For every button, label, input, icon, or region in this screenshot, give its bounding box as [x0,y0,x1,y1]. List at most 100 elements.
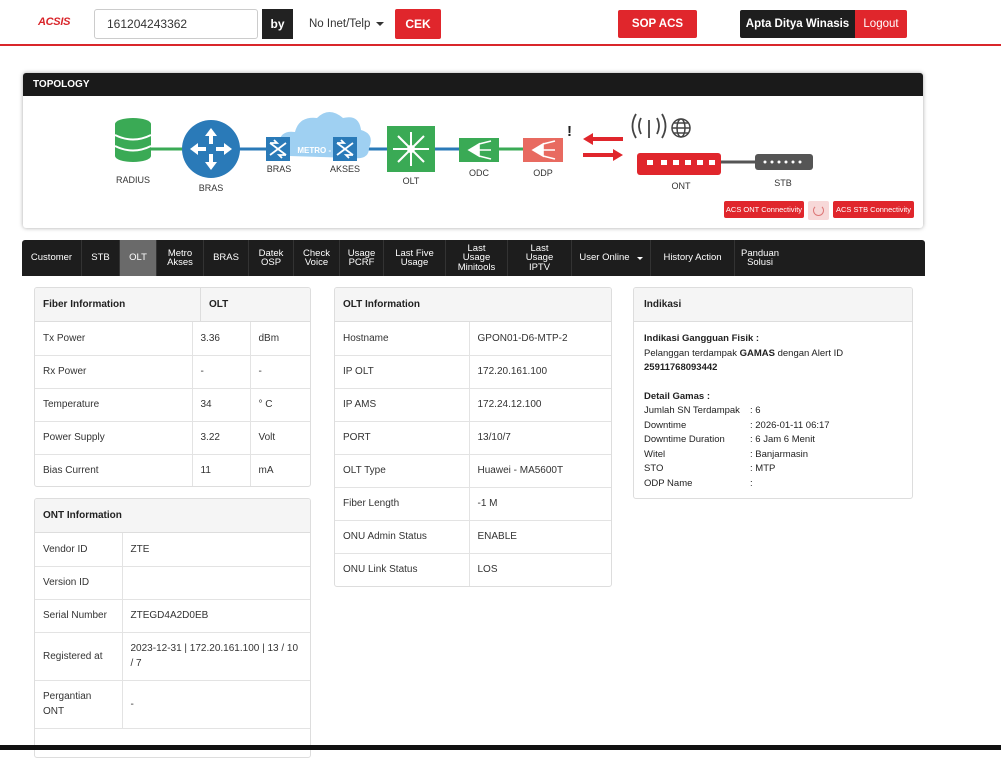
table-row: OLT Type Huawei - MA5600T [335,454,611,488]
indikasi-panel-header: Indikasi [634,288,912,322]
topology-panel: TOPOLOGY RADIUS BRAS METRO - E BRAS AKSE… [23,73,923,228]
ont-label: Registered at [35,632,122,681]
search-input[interactable] [94,9,258,39]
ont-panel-title: ONT Information [43,510,122,521]
detail-row: Jumlah SN Terdampak: 6 [644,404,902,419]
stb-device-icon[interactable]: STB [755,154,813,188]
olt-switch-icon[interactable]: OLT [387,126,435,186]
olt-label: IP OLT [335,355,469,389]
top-header: ACSIS by No Inet/Telp CEK SOP ACS Apta D… [0,0,1001,46]
fiber-unit: ° C [249,388,310,422]
search-type-select[interactable]: No Inet/Telp [296,9,395,39]
alert-id: 25911768093442 [644,362,718,373]
logo-text: ACSIS [38,16,71,28]
table-row: Temperature 34 ° C [35,388,310,422]
olt-value: 172.24.12.100 [468,388,611,422]
ont-value: 2023-12-31 | 172.20.161.100 | 13 / 10 / … [121,632,310,681]
tab-last-usage-minitools[interactable]: Last Usage Minitools [446,240,508,276]
table-row: Tx Power 3.36 dBm [35,322,310,356]
wifi-antenna-icon [631,113,667,139]
fiber-panel-title: Fiber Information [43,299,126,310]
tab-bras[interactable]: BRAS [204,240,249,276]
metro-e-cloud-icon[interactable]: METRO - E BRAS AKSES [266,112,371,174]
bottom-scrollbar [0,745,1001,750]
olt-value: 172.20.161.100 [468,355,611,389]
table-row: Pergantian ONT - [35,680,310,729]
radius-icon[interactable]: RADIUS [114,118,152,185]
logout-button[interactable]: Logout [855,10,907,38]
stb-label: STB [774,178,792,188]
detail-label: Downtime [644,419,687,431]
tab-label: Datek OSP [258,247,284,268]
olt-value: Huawei - MA5600T [468,454,611,488]
tab-metro-akses[interactable]: Metro Akses [157,240,204,276]
olt-label: ONU Admin Status [335,520,469,554]
table-row: Vendor ID ZTE [35,533,310,567]
user-name: Apta Ditya Winasis [740,10,855,38]
tab-bar: Customer STB OLT Metro Akses BRAS Datek … [22,240,925,276]
table-row: Version ID [35,566,310,600]
tab-check-voice[interactable]: Check Voice [294,240,340,276]
odc-label: ODC [469,168,490,178]
tab-user-online[interactable]: User Online [572,240,651,276]
ont-value [121,566,310,600]
olt-label: OLT Type [335,454,469,488]
tab-last-usage-iptv[interactable]: Last Usage IPTV [508,240,572,276]
olt-label: PORT [335,421,469,455]
cek-button[interactable]: CEK [395,9,441,39]
bras-router-icon[interactable]: BRAS [182,120,240,193]
sop-acs-button[interactable]: SOP ACS [618,10,697,38]
detail-label: Downtime Duration [644,434,725,445]
odp-splitter-icon[interactable]: ODP [523,138,563,178]
tab-olt[interactable]: OLT [120,240,157,276]
table-row: Power Supply 3.22 Volt [35,421,310,455]
topology-title: TOPOLOGY [23,73,923,96]
tab-datek-osp[interactable]: Datek OSP [249,240,294,276]
ont-label: Version ID [35,566,122,600]
indikasi-panel: Indikasi Indikasi Gangguan Fisik : Pelan… [633,287,913,499]
app-logo[interactable]: ACSIS [38,16,70,32]
odc-splitter-icon[interactable]: ODC [459,138,499,178]
fiber-label: Rx Power [35,355,192,389]
ont-device-icon[interactable]: ONT [637,153,721,191]
fiber-label: Temperature [35,388,192,422]
search-type-value: No Inet/Telp [309,18,371,30]
detail-label: STO [644,463,664,474]
olt-label: Hostname [335,322,469,356]
tab-usage-pcrf[interactable]: Usage PCRF [340,240,384,276]
tab-stb[interactable]: STB [82,240,120,276]
table-row: IP OLT 172.20.161.100 [335,355,611,389]
fiber-value: 3.36 [191,322,250,356]
tab-customer[interactable]: Customer [22,240,82,276]
fiber-value: 11 [191,454,250,486]
tab-label: History Action [663,252,722,264]
bras-label: BRAS [199,183,224,193]
detail-row: Witel: Banjarmasin [644,448,902,463]
detail-value: : 2026-01-11 06:17 [750,419,830,431]
detail-row: ODP Name: [644,477,902,492]
tab-history-action[interactable]: History Action [651,240,735,276]
ont-label: Serial Number [35,599,122,633]
tab-label: Metro Akses [167,247,193,268]
alert-mark: ! [567,123,572,140]
ont-value: ZTE [121,533,310,567]
ont-information-panel: ONT Information Vendor ID ZTE Version ID Se… [34,498,311,758]
fiber-unit: - [249,355,310,389]
ont-table: Vendor ID ZTE Version ID Serial Number ZTEGD… [35,533,310,729]
chevron-down-icon [376,22,384,26]
tab-label: Last Usage Minitools [457,242,496,273]
detail-label: ODP Name [644,477,693,489]
indikasi-body: Indikasi Gangguan Fisik : Pelanggan terd… [634,322,912,498]
tab-last-five-usage[interactable]: Last Five Usage [384,240,446,276]
tab-label: Customer [30,252,73,264]
loading-spinner-icon [808,201,829,220]
olt-value: GPON01-D6-MTP-2 [468,322,611,356]
tab-panduan-solusi[interactable]: Panduan Solusi [735,240,785,276]
fiber-value: - [191,355,250,389]
acs-stb-connectivity-button[interactable]: ACS STB Connectivity [833,201,914,218]
olt-value: LOS [468,553,611,586]
table-row: Bias Current 11 mA [35,454,310,486]
indikasi-panel-title: Indikasi [644,299,682,310]
akses-label: AKSES [330,164,360,174]
acs-ont-connectivity-button[interactable]: ACS ONT Connectivity [724,201,804,218]
